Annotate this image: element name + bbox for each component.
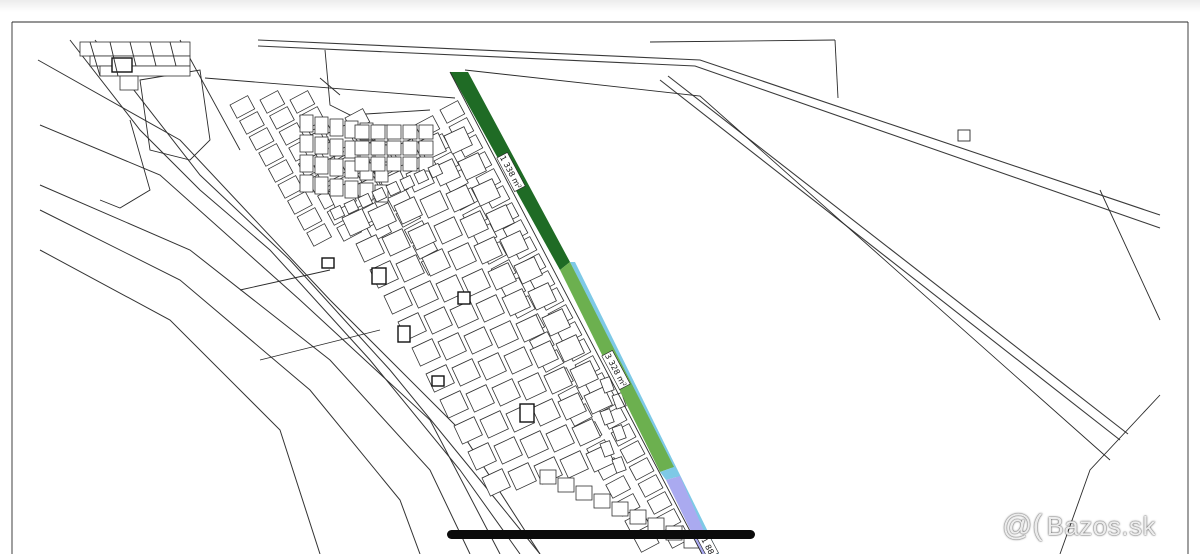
lot xyxy=(439,100,466,124)
lot xyxy=(314,116,329,135)
lot xyxy=(619,440,646,464)
lot xyxy=(557,477,575,493)
lot xyxy=(489,320,519,349)
lot xyxy=(344,180,359,199)
lot xyxy=(370,124,386,140)
lot xyxy=(383,286,413,315)
lot xyxy=(493,436,523,465)
lot xyxy=(467,442,497,471)
lot xyxy=(409,280,439,309)
lot xyxy=(545,424,575,453)
lot xyxy=(314,136,329,155)
lot xyxy=(593,493,611,509)
screenshot: 1 338 m² 3 328 m² 1 88 @( Bazos.sk xyxy=(0,0,1200,554)
lot xyxy=(575,485,593,501)
lot xyxy=(447,242,477,271)
lot xyxy=(539,469,557,485)
lot xyxy=(299,134,314,153)
lot xyxy=(299,114,314,133)
lot xyxy=(637,474,664,498)
lot xyxy=(433,216,463,245)
lot xyxy=(370,156,386,172)
lot xyxy=(517,372,547,401)
lot xyxy=(507,462,537,491)
lot xyxy=(491,378,521,407)
lot xyxy=(423,306,453,335)
lot xyxy=(329,118,344,137)
lot xyxy=(314,176,329,195)
lot xyxy=(437,332,467,361)
lot xyxy=(475,294,505,323)
lot xyxy=(329,178,344,197)
lot xyxy=(370,140,386,156)
residential-lots xyxy=(229,90,701,553)
lot xyxy=(354,124,370,140)
at-icon: @( xyxy=(1002,509,1043,542)
lot xyxy=(329,138,344,157)
lot xyxy=(314,156,329,175)
lot xyxy=(559,450,589,479)
home-indicator-bar[interactable] xyxy=(447,530,755,539)
lot xyxy=(479,410,509,439)
watermark-text: Bazos.sk xyxy=(1046,511,1156,541)
lot xyxy=(453,416,483,445)
lot xyxy=(411,338,441,367)
cadastral-map: 1 338 m² 3 328 m² 1 88 xyxy=(11,21,1189,554)
lot xyxy=(386,156,402,172)
bazos-watermark: @( Bazos.sk xyxy=(1002,506,1156,546)
lot xyxy=(449,300,479,329)
lot xyxy=(628,457,655,481)
lot xyxy=(531,398,561,427)
lot xyxy=(629,509,647,525)
lot xyxy=(354,140,370,156)
lot xyxy=(465,384,495,413)
lot xyxy=(299,174,314,193)
lot xyxy=(419,190,449,219)
lot xyxy=(481,468,511,497)
lot xyxy=(611,501,629,517)
lot xyxy=(477,352,507,381)
lot xyxy=(519,430,549,459)
lot xyxy=(646,491,673,515)
lot xyxy=(402,140,418,156)
lot xyxy=(386,124,402,140)
lot xyxy=(451,358,481,387)
north-block xyxy=(79,41,191,91)
lot xyxy=(503,346,533,375)
lot xyxy=(418,124,434,140)
lot xyxy=(386,140,402,156)
lot xyxy=(402,156,418,172)
lot xyxy=(299,154,314,173)
lot xyxy=(329,158,344,177)
lot xyxy=(418,140,434,156)
lot xyxy=(354,156,370,172)
lot xyxy=(463,326,493,355)
lot xyxy=(402,124,418,140)
lot xyxy=(355,234,385,263)
